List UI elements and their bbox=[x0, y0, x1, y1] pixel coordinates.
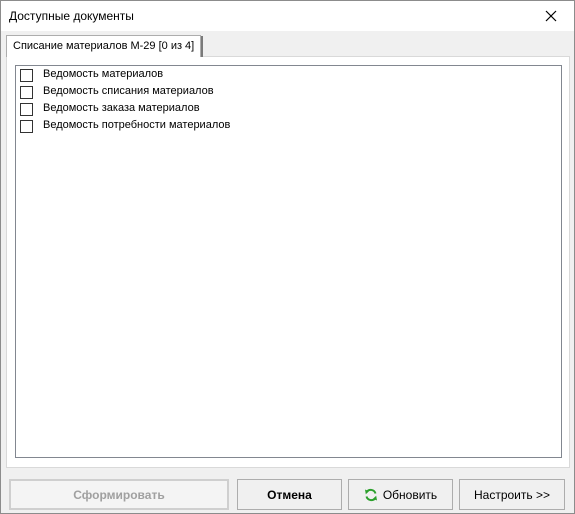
tab-label: Списание материалов М-29 [0 из 4] bbox=[13, 40, 195, 52]
checkbox[interactable] bbox=[20, 120, 33, 133]
checklist-item[interactable]: Ведомость потребности материалов bbox=[18, 118, 558, 135]
checklist-item[interactable]: Ведомость материалов bbox=[18, 67, 558, 84]
setup-button[interactable]: Настроить >> bbox=[459, 479, 565, 510]
checklist-item[interactable]: Ведомость списания материалов bbox=[18, 84, 558, 101]
checkbox[interactable] bbox=[20, 69, 33, 82]
close-icon bbox=[545, 10, 557, 22]
documents-checklist[interactable]: Ведомость материалов Ведомость списания … bbox=[15, 65, 562, 458]
checkbox[interactable] bbox=[20, 103, 33, 116]
checklist-item-label: Ведомость потребности материалов bbox=[43, 119, 231, 131]
refresh-button[interactable]: Обновить bbox=[348, 479, 453, 510]
title-bar: Доступные документы bbox=[1, 1, 574, 31]
form-button-label: Сформировать bbox=[73, 487, 165, 502]
checkbox[interactable] bbox=[20, 86, 33, 99]
checklist-item-label: Ведомость материалов bbox=[43, 68, 164, 80]
close-button[interactable] bbox=[528, 1, 574, 31]
form-button[interactable]: Сформировать bbox=[9, 479, 229, 510]
checklist-item[interactable]: Ведомость заказа материалов bbox=[18, 101, 558, 118]
tab-edge bbox=[201, 36, 203, 57]
setup-button-label: Настроить >> bbox=[474, 487, 550, 502]
cancel-button[interactable]: Отмена bbox=[237, 479, 342, 510]
cancel-button-label: Отмена bbox=[267, 487, 312, 502]
checklist-item-label: Ведомость заказа материалов bbox=[43, 102, 200, 114]
refresh-icon bbox=[364, 488, 377, 501]
checklist-item-label: Ведомость списания материалов bbox=[43, 85, 214, 97]
refresh-button-label: Обновить bbox=[382, 487, 438, 502]
tab-writeoff-m29[interactable]: Списание материалов М-29 [0 из 4] bbox=[6, 35, 201, 57]
dialog-window: Доступные документы Списание материалов … bbox=[0, 0, 575, 514]
window-title: Доступные документы bbox=[9, 9, 134, 23]
